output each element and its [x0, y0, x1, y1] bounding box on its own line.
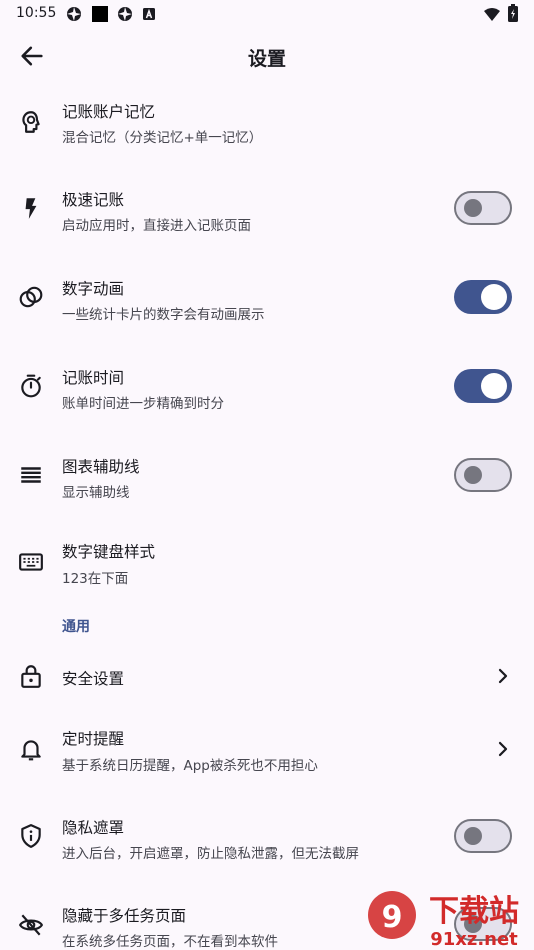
- setting-record-time[interactable]: 记账时间 账单时间进一步精确到时分: [0, 358, 534, 436]
- setting-subtitle: 启动应用时，直接进入记账页面: [62, 218, 251, 234]
- toggle-knob: [464, 466, 482, 484]
- svg-text:9: 9: [382, 900, 403, 935]
- svg-text:下载站: 下载站: [429, 894, 519, 929]
- setting-title: 记账时间: [62, 369, 125, 387]
- toggle-knob: [481, 373, 507, 399]
- setting-subtitle: 123在下面: [62, 571, 129, 587]
- site-watermark-logo: 9 下载站 91xz.net: [368, 891, 519, 950]
- setting-reminder[interactable]: 定时提醒 基于系统日历提醒，App被杀死也不用担心: [0, 720, 534, 798]
- page-title: 设置: [247, 48, 286, 70]
- setting-title: 记账账户记忆: [62, 103, 156, 121]
- aperture-icon: [67, 7, 81, 21]
- lines-icon: [21, 467, 41, 483]
- toggle-knob: [481, 284, 507, 310]
- setting-security[interactable]: 安全设置: [0, 650, 534, 702]
- chevron-right-icon[interactable]: [494, 740, 512, 758]
- chart-guides-toggle[interactable]: [454, 458, 512, 492]
- setting-subtitle: 混合记忆（分类记忆+单一记忆）: [62, 130, 263, 146]
- a-notification-icon: [143, 8, 155, 20]
- status-time: 10:55: [16, 5, 57, 21]
- setting-title: 安全设置: [62, 670, 125, 688]
- setting-account-memory[interactable]: 记账账户记忆 混合记忆（分类记忆+单一记忆）: [0, 92, 534, 170]
- setting-subtitle: 显示辅助线: [62, 485, 130, 501]
- setting-title: 定时提醒: [62, 730, 125, 748]
- svg-text:91xz.net: 91xz.net: [430, 929, 518, 950]
- privacy-mask-toggle[interactable]: [454, 819, 512, 853]
- setting-subtitle: 在系统多任务页面，不在看到本软件: [62, 934, 278, 950]
- setting-chart-guides[interactable]: 图表辅助线 显示辅助线: [0, 447, 534, 525]
- setting-privacy-mask[interactable]: 隐私遮罩 进入后台，开启遮罩，防止隐私泄露，但无法截屏: [0, 808, 534, 886]
- aperture-icon-2: [118, 7, 132, 21]
- setting-keypad-style[interactable]: 数字键盘样式 123在下面: [0, 533, 534, 611]
- number-animation-toggle[interactable]: [454, 280, 512, 314]
- lock-icon: [21, 665, 41, 688]
- setting-title: 数字动画: [62, 280, 125, 298]
- setting-subtitle: 基于系统日历提醒，App被杀死也不用担心: [62, 758, 318, 774]
- setting-title: 隐私遮罩: [62, 819, 125, 837]
- setting-subtitle: 账单时间进一步精确到时分: [62, 396, 224, 412]
- keyboard-icon: [19, 553, 43, 571]
- wifi-icon: [484, 8, 500, 21]
- app-bar: 设置: [0, 30, 534, 80]
- section-header-general: 通用: [62, 619, 90, 635]
- timer-icon: [21, 374, 41, 398]
- head-brain-icon: [22, 111, 40, 133]
- status-bar: 10:55: [0, 0, 534, 28]
- square-notification-icon: [92, 6, 108, 22]
- setting-title: 极速记账: [62, 191, 125, 209]
- record-time-toggle[interactable]: [454, 369, 512, 403]
- fast-record-toggle[interactable]: [454, 191, 512, 225]
- shield-info-icon: [21, 824, 41, 848]
- setting-title: 隐藏于多任务页面: [62, 907, 187, 925]
- eye-off-icon: [18, 914, 44, 936]
- setting-title: 图表辅助线: [62, 458, 140, 476]
- toggle-knob: [464, 827, 482, 845]
- bell-icon: [21, 740, 41, 761]
- toggle-knob: [464, 199, 482, 217]
- chevron-right-icon[interactable]: [494, 667, 512, 685]
- interlocked-rings-icon: [19, 286, 43, 308]
- flash-icon: [25, 198, 37, 219]
- setting-subtitle: 进入后台，开启遮罩，防止隐私泄露，但无法截屏: [62, 846, 359, 862]
- setting-number-animation[interactable]: 数字动画 一些统计卡片的数字会有动画展示: [0, 269, 534, 347]
- setting-fast-record[interactable]: 极速记账 启动应用时，直接进入记账页面: [0, 180, 534, 258]
- battery-icon: [508, 4, 518, 22]
- setting-title: 数字键盘样式: [62, 543, 156, 561]
- setting-subtitle: 一些统计卡片的数字会有动画展示: [62, 307, 265, 323]
